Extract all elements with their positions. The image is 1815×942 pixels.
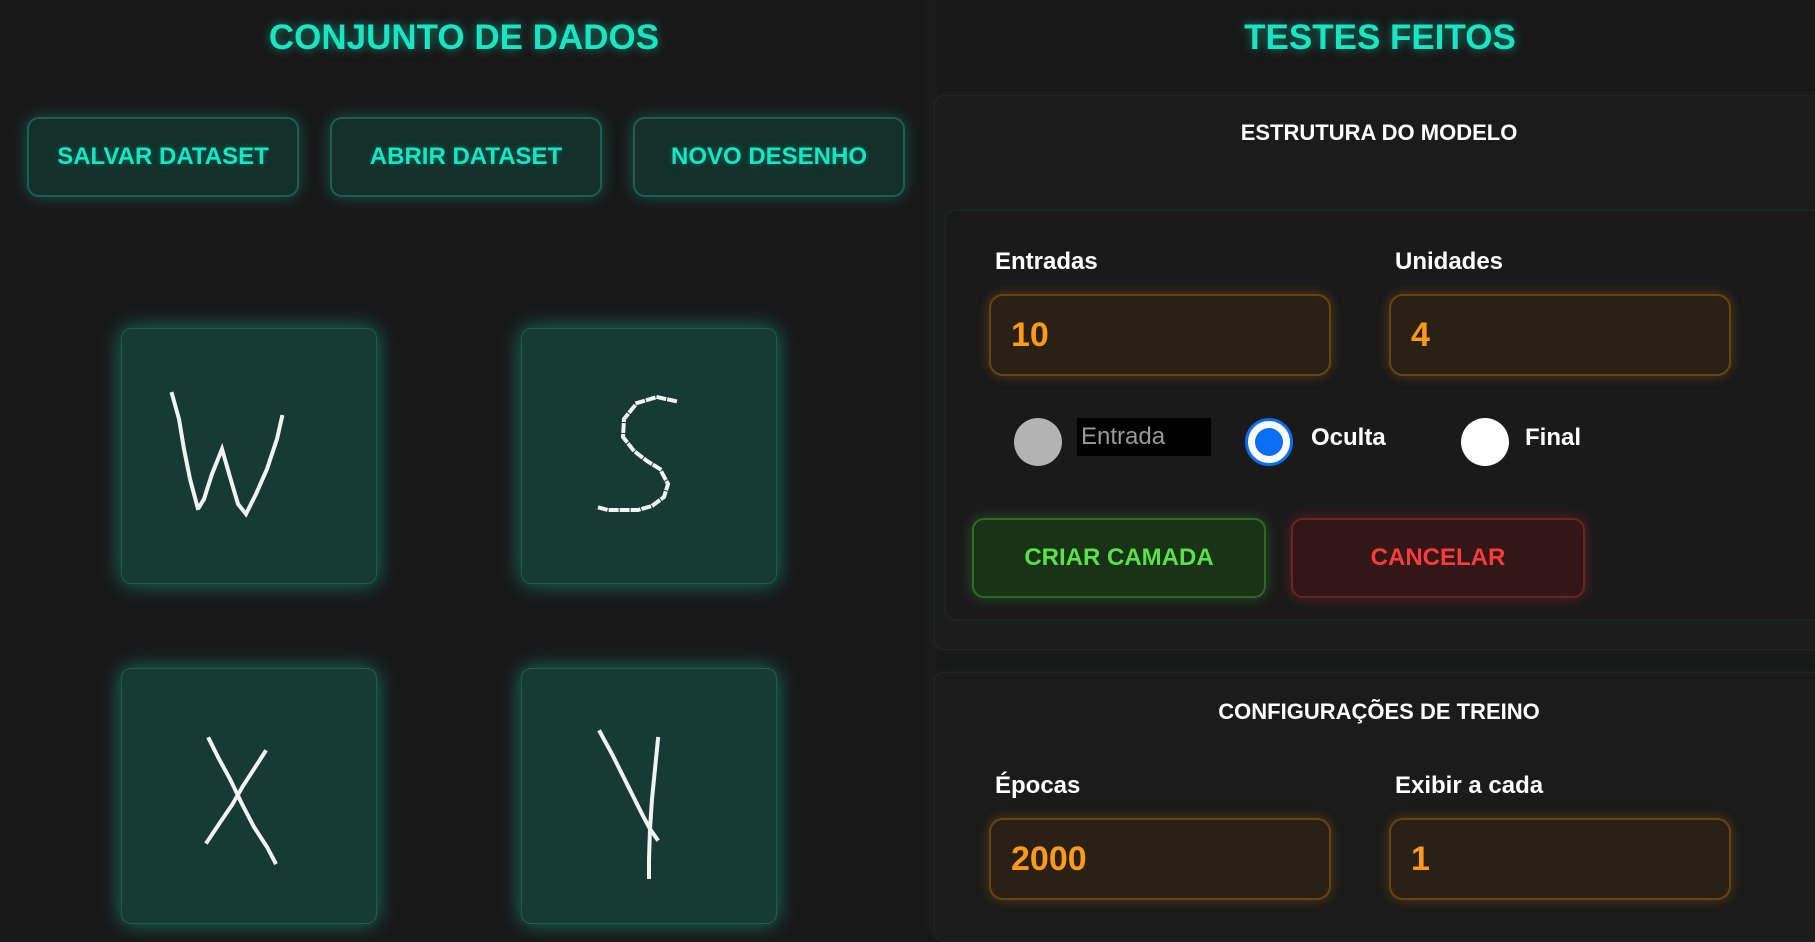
units-input[interactable] — [1391, 296, 1729, 374]
units-label: Unidades — [1395, 248, 1504, 275]
layer-type-hidden-label: Oculta — [1311, 424, 1386, 451]
epochs-label: Épocas — [995, 772, 1081, 799]
layer-type-input-radio[interactable] — [1014, 418, 1062, 466]
drawing-y — [597, 729, 661, 879]
display-every-input[interactable] — [1391, 820, 1729, 898]
inputs-label: Entradas — [995, 248, 1098, 275]
display-every-field[interactable] — [1389, 818, 1731, 900]
save-dataset-button[interactable]: SALVAR DATASET — [27, 117, 299, 197]
epochs-input[interactable] — [991, 820, 1329, 898]
layer-type-final-radio[interactable] — [1461, 418, 1509, 466]
model-structure-title: ESTRUTURA DO MODELO — [1240, 120, 1518, 145]
layer-type-hidden-radio[interactable] — [1245, 418, 1293, 466]
inputs-field[interactable] — [989, 294, 1331, 376]
open-dataset-button[interactable]: ABRIR DATASET — [330, 117, 602, 197]
drawing-tile-x[interactable] — [121, 668, 377, 924]
new-drawing-button[interactable]: NOVO DESENHO — [633, 117, 905, 197]
create-layer-button[interactable]: CRIAR CAMADA — [972, 518, 1266, 598]
drawing-tile-w[interactable] — [121, 328, 377, 584]
epochs-field[interactable] — [989, 818, 1331, 900]
cancel-button[interactable]: CANCELAR — [1291, 518, 1585, 598]
dataset-panel: CONJUNTO DE DADOS SALVAR DATASET ABRIR D… — [0, 0, 925, 929]
drawing-s — [594, 394, 678, 512]
tests-title: TESTES FEITOS — [1244, 18, 1516, 57]
drawing-tile-y[interactable] — [521, 668, 777, 924]
layer-type-input-label: Entrada — [1077, 418, 1211, 456]
inputs-input[interactable] — [991, 296, 1329, 374]
display-every-label: Exibir a cada — [1395, 772, 1544, 799]
drawing-w — [169, 391, 285, 518]
radio-selected-dot — [1255, 428, 1283, 456]
layer-type-final-label: Final — [1525, 424, 1582, 451]
drawing-tile-s[interactable] — [521, 328, 777, 584]
units-field[interactable] — [1389, 294, 1731, 376]
training-config-card: CONFIGURAÇÕES DE TREINO — [934, 672, 1815, 942]
tests-panel: TESTES FEITOS ESTRUTURA DO MODELO Entrad… — [925, 0, 1815, 942]
dataset-title: CONJUNTO DE DADOS — [268, 18, 660, 57]
drawing-x — [204, 736, 279, 867]
training-config-title: CONFIGURAÇÕES DE TREINO — [1218, 699, 1540, 724]
